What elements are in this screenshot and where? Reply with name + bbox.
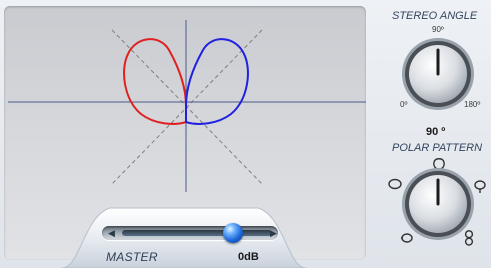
fader-left-arrow-icon: ◀	[108, 228, 115, 238]
master-fader-track[interactable]	[122, 230, 272, 236]
stereo-angle-knob[interactable]	[400, 36, 476, 112]
polar-pattern-title: POLAR PATTERN	[392, 142, 483, 154]
fader-right-arrow-icon: ▶	[270, 228, 277, 238]
stereo-angle-title: STEREO ANGLE	[392, 10, 478, 22]
master-label: MASTER	[106, 250, 158, 264]
master-value: 0dB	[238, 251, 259, 263]
stereo-angle-mid-label: 90º	[432, 25, 444, 34]
right-cardioid-trace	[185, 38, 249, 125]
polar-pattern-knob[interactable]	[400, 166, 476, 242]
stereo-angle-value: 90 º	[426, 126, 446, 138]
